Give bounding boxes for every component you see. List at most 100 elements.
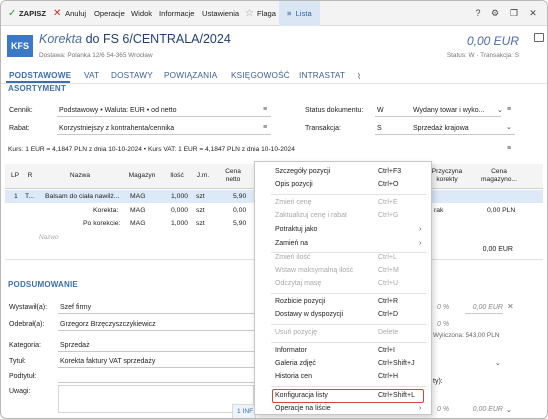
- document-title: Korekta do FS 6/CENTRALA/2024: [39, 32, 231, 46]
- row-qty: 0,000: [171, 207, 189, 214]
- close-icon[interactable]: ✕: [526, 1, 540, 26]
- bottom-tab[interactable]: 1 INF: [232, 404, 256, 418]
- col-reason-line2: korekty: [436, 176, 458, 183]
- restore-icon[interactable]: ❐: [507, 1, 521, 26]
- menu-item-read-mass[interactable]: Odczytaj masę Ctrl+U: [255, 277, 431, 291]
- menu-item-change-price[interactable]: Zmień cenę Ctrl+E: [255, 196, 431, 210]
- menu-item-label: Usuń pozycję: [275, 329, 318, 336]
- wystawil-field[interactable]: Szef firmy: [58, 301, 254, 314]
- list-button[interactable]: ≡ Lista: [279, 1, 320, 26]
- menu-item-gallery[interactable]: Galeria zdjęć Ctrl+Shift+J: [255, 357, 431, 371]
- tab-dostawy[interactable]: DOSTAWY: [111, 71, 153, 80]
- tab-ksiegowosc[interactable]: KSIĘGOWOŚĆ: [231, 71, 290, 80]
- menu-separator: [271, 342, 427, 343]
- rabat-field[interactable]: Korzystniejszy z kontrahenta/cennika: [57, 122, 271, 135]
- menu-item-max-qty[interactable]: Wstaw maksymalną ilość Ctrl+M: [255, 264, 431, 278]
- tytul-chevron-icon[interactable]: ⌄: [495, 359, 501, 367]
- menu-item-change-qty[interactable]: Zmień ilość Ctrl+L: [255, 251, 431, 265]
- paperclip-icon[interactable]: ⌇: [357, 71, 361, 81]
- gear-icon[interactable]: ⚙: [488, 1, 502, 26]
- chat-icon[interactable]: [534, 33, 544, 42]
- row-warehouse-price: 0,00 PLN: [487, 207, 516, 214]
- col-price-line2: netto: [225, 176, 241, 183]
- status-label: Status dokumentu:: [305, 107, 364, 114]
- menu-item-deliveries[interactable]: Dostawy w dyspozycji Ctrl+D: [255, 308, 431, 322]
- menu-item-label: Zmień cenę: [275, 199, 312, 206]
- columns-menu-icon[interactable]: ≡: [507, 145, 511, 152]
- tab-podstawowe[interactable]: PODSTAWOWE: [9, 71, 71, 80]
- menu-item-shortcut: Ctrl+M: [378, 267, 399, 274]
- menu-item-informator[interactable]: Informator Ctrl+I: [255, 344, 431, 358]
- col-price-line1: Cena: [225, 168, 241, 175]
- menu-settings[interactable]: Ustawienia: [202, 1, 239, 26]
- amount-chevron-icon[interactable]: ⌄: [506, 406, 512, 414]
- tytul-label: Tytuł:: [9, 358, 26, 365]
- tab-powiazania[interactable]: POWIĄZANIA: [164, 71, 217, 80]
- new-item-input[interactable]: Nazwo: [39, 234, 59, 241]
- col-qty[interactable]: Ilość: [165, 172, 189, 180]
- computed-amount: Wyliczona: 543,00 PLN: [433, 332, 500, 339]
- menu-item-price-history[interactable]: Historia cen Ctrl+H: [255, 370, 431, 384]
- rabat-menu-icon[interactable]: ≡: [263, 124, 267, 131]
- menu-item-delete[interactable]: Usuń pozycję Delete: [255, 326, 431, 340]
- uwagi-textarea[interactable]: [58, 385, 254, 413]
- row-reason: rak: [434, 207, 444, 214]
- menu-item-update-price[interactable]: Zaktualizuj cenę i rabat Ctrl+G: [255, 209, 431, 223]
- discount-pct-2[interactable]: 0 %: [437, 321, 449, 328]
- menu-item-split[interactable]: Rozbicie pozycji Ctrl+R: [255, 295, 431, 309]
- row-name: Balsam do ciała nawilż...: [45, 193, 120, 200]
- discount-clear-icon[interactable]: ✕: [507, 302, 514, 311]
- odebral-field[interactable]: Grzegorz Brzęczyszczykiewicz: [58, 318, 254, 331]
- transaction-chevron-icon[interactable]: ⌄: [506, 123, 512, 131]
- submenu-arrow-icon: ›: [419, 240, 422, 247]
- status-code-field[interactable]: W: [375, 104, 411, 117]
- help-button[interactable]: ?: [471, 1, 485, 26]
- cancel-x-icon: ✕: [53, 8, 62, 19]
- status-menu-icon[interactable]: ≡: [507, 106, 511, 113]
- menu-item-list-operations[interactable]: Operacje na liście ›: [255, 402, 431, 416]
- col-unit[interactable]: J.m.: [193, 172, 213, 180]
- menu-item-description[interactable]: Opis pozycji Ctrl+O: [255, 178, 431, 192]
- menu-information[interactable]: Informacje: [159, 1, 194, 26]
- col-warehouse[interactable]: Magazyn: [123, 172, 161, 180]
- tytul-field[interactable]: Korekta faktury VAT sprzedaży: [58, 355, 254, 368]
- menu-item-label: Potraktuj jako: [275, 226, 318, 233]
- cennik-menu-icon[interactable]: ≡: [263, 106, 267, 113]
- tab-vat[interactable]: VAT: [84, 71, 99, 80]
- podtytul-field[interactable]: [58, 370, 254, 383]
- col-reason[interactable]: Przyczyna korekty: [429, 168, 465, 184]
- cennik-field[interactable]: Podstawowy • Waluta: EUR • od netto: [57, 104, 271, 117]
- row-price: 5,90: [233, 220, 247, 227]
- menu-item-label: Historia cen: [275, 373, 312, 380]
- tab-intrastat[interactable]: INTRASTAT: [299, 71, 345, 80]
- discount-pct-1[interactable]: 0 %: [437, 304, 449, 311]
- status-value-field[interactable]: Wydany towar i wyko...: [411, 104, 501, 117]
- kategoria-field[interactable]: Sprzedaż: [58, 339, 254, 352]
- col-lp[interactable]: LP: [10, 172, 20, 180]
- menu-item-details[interactable]: Szczegóły pozycji Ctrl+F3: [255, 165, 431, 179]
- save-button[interactable]: ZAPISZ: [19, 1, 46, 26]
- col-warehouse-price[interactable]: Cena magazyno...: [475, 168, 523, 184]
- transaction-code-field[interactable]: S: [375, 122, 411, 135]
- menu-operations[interactable]: Operacje: [94, 1, 125, 26]
- menu-item-treat-as[interactable]: Potraktuj jako ›: [255, 223, 431, 237]
- discount-amount-3[interactable]: 0,00 EUR: [465, 403, 503, 416]
- col-price[interactable]: Cena netto: [219, 168, 247, 184]
- menu-separator: [271, 293, 427, 294]
- menu-item-label: Rozbicie pozycji: [275, 298, 326, 305]
- transaction-label: Transakcja:: [305, 125, 341, 132]
- menu-item-list-config[interactable]: Konfiguracja listy Ctrl+Shift+L: [272, 389, 424, 403]
- menu-separator: [271, 194, 427, 195]
- toolbar: ✓ ZAPISZ ✕ Anuluj Operacje Widok Informa…: [1, 1, 547, 26]
- delivery-address: Dostawa: Polanka 12/6 54-365 Wrocław: [39, 52, 153, 59]
- discount-pct-3[interactable]: 0 %: [437, 406, 449, 413]
- menu-view[interactable]: Widok: [131, 1, 152, 26]
- flag-button[interactable]: Flaga: [257, 1, 276, 26]
- col-name[interactable]: Nazwa: [35, 172, 125, 180]
- discount-amount-1[interactable]: 0,00 EUR: [465, 301, 503, 314]
- col-r[interactable]: R: [26, 172, 34, 180]
- status-chevron-icon[interactable]: ⌄: [497, 106, 503, 114]
- transaction-value-field[interactable]: Sprzedaż krajowa: [411, 122, 515, 135]
- cancel-button[interactable]: Anuluj: [65, 1, 86, 26]
- menu-item-replace-with[interactable]: Zamień na ›: [255, 237, 431, 251]
